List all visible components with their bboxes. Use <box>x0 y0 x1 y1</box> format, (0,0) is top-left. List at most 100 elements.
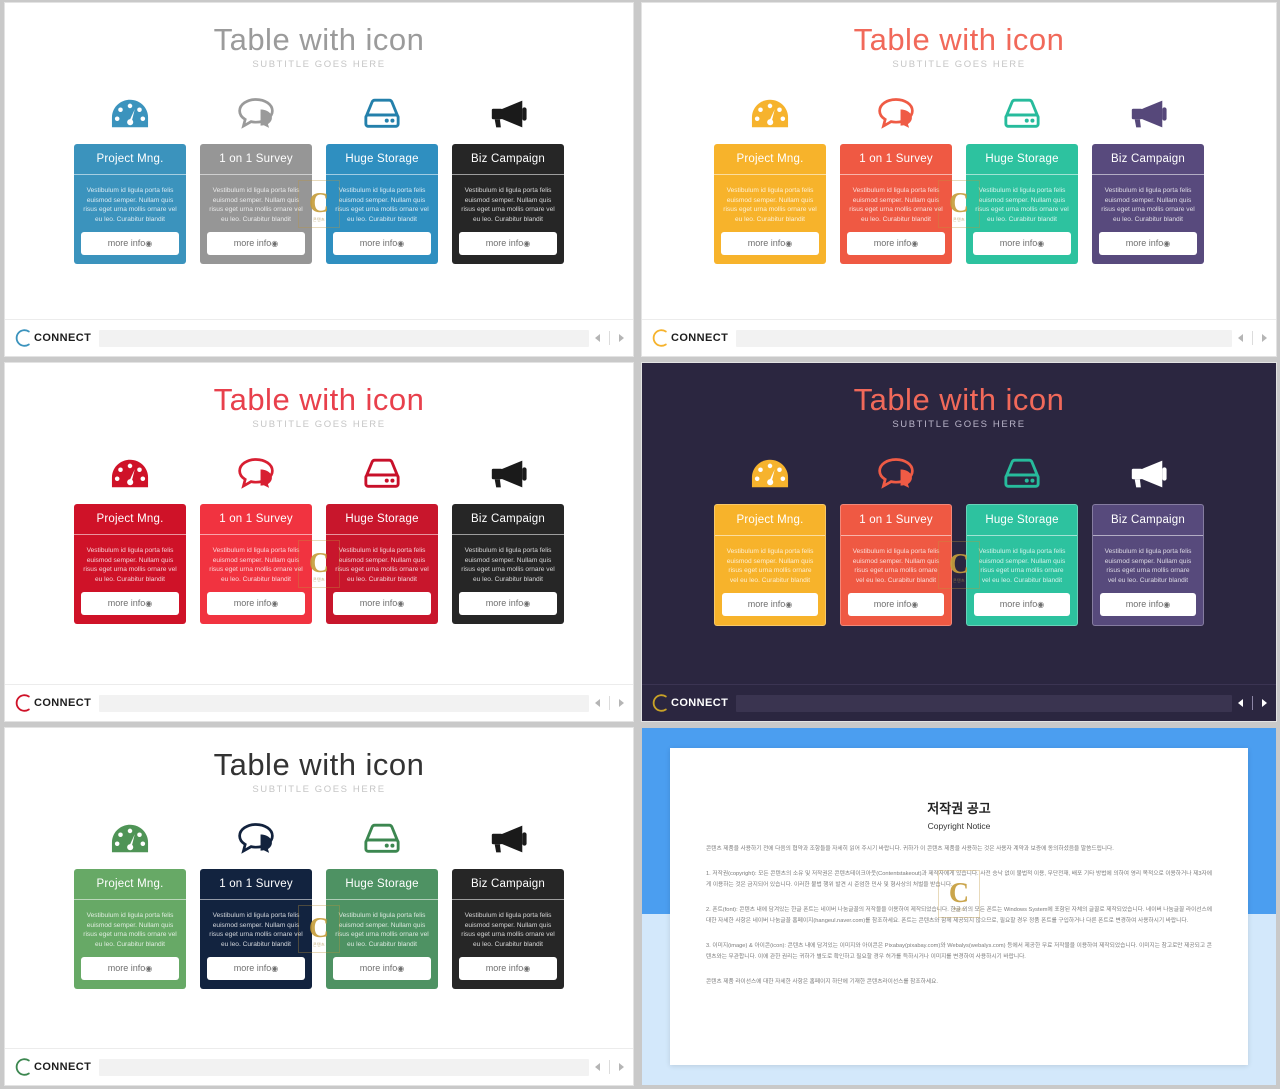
watermark-caption: 콘텐츠 <box>313 942 325 948</box>
prev-arrow-icon[interactable] <box>1238 699 1243 707</box>
feature-card[interactable]: Huge Storage Vestibulum id ligula porta f… <box>966 504 1078 627</box>
more-info-label: more info <box>485 598 524 609</box>
more-info-button[interactable]: more info◉ <box>81 232 179 256</box>
feature-card[interactable]: Biz Campaign Vestibulum id ligula porta f… <box>452 869 564 990</box>
more-info-button[interactable]: more info◉ <box>973 232 1071 256</box>
card-description: Vestibulum id ligula porta felis euismod… <box>723 187 817 223</box>
slide-thumbnail-copyright[interactable]: 저작권 공고 Copyright Notice 콘텐츠 제품을 사용하기 전에 다음… <box>637 725 1280 1089</box>
feature-card[interactable]: Huge Storage Vestibulum id ligula porta f… <box>326 869 438 990</box>
next-arrow-icon[interactable] <box>619 334 624 342</box>
card-title: Project Mng. <box>714 144 826 175</box>
slide-thumbnail-red-theme[interactable]: Table with icon SUBTITLE GOES HERE Project… <box>0 360 637 725</box>
more-info-button[interactable]: more info◉ <box>848 593 944 617</box>
more-info-button[interactable]: more info◉ <box>333 592 431 616</box>
more-info-button[interactable]: more info◉ <box>721 232 819 256</box>
feature-card[interactable]: 1 on 1 Survey Vestibulum id ligula porta … <box>840 504 952 627</box>
card-description: Vestibulum id ligula porta felis euismod… <box>461 912 555 948</box>
more-info-label: more info <box>107 963 146 974</box>
feature-card[interactable]: Project Mng. Vestibulum id ligula porta f… <box>714 504 826 627</box>
card-title: Huge Storage <box>326 144 438 175</box>
prev-arrow-icon[interactable] <box>595 1063 600 1071</box>
feature-card[interactable]: Biz Campaign Vestibulum id ligula porta f… <box>452 504 564 625</box>
more-info-button[interactable]: more info◉ <box>207 232 305 256</box>
feature-card[interactable]: Huge Storage Vestibulum id ligula porta f… <box>326 144 438 265</box>
next-arrow-icon[interactable] <box>1262 334 1267 342</box>
connect-logo: CONNECT <box>13 693 99 713</box>
more-info-button[interactable]: more info◉ <box>459 232 557 256</box>
feature-card[interactable]: 1 on 1 Survey Vestibulum id ligula porta … <box>200 504 312 625</box>
feature-card[interactable]: Project Mng. Vestibulum id ligula porta f… <box>74 869 186 990</box>
slide-footer: CONNECT <box>642 319 1276 356</box>
card-title: 1 on 1 Survey <box>200 869 312 900</box>
more-info-label: more info <box>999 599 1038 610</box>
icon-cell-1 <box>200 817 312 861</box>
more-info-button[interactable]: more info◉ <box>974 593 1070 617</box>
slide-footer: CONNECT <box>5 684 633 721</box>
more-info-button[interactable]: more info◉ <box>459 957 557 981</box>
card-title: Project Mng. <box>74 869 186 900</box>
target-circle-icon: ◉ <box>1163 600 1171 610</box>
more-info-button[interactable]: more info◉ <box>81 592 179 616</box>
hard-drive-icon <box>364 98 400 128</box>
icon-cell-0 <box>714 92 826 136</box>
target-circle-icon: ◉ <box>1037 600 1045 610</box>
card-title: Huge Storage <box>967 505 1077 536</box>
megaphone-icon <box>491 825 527 853</box>
feature-card[interactable]: Huge Storage Vestibulum id ligula porta f… <box>326 504 438 625</box>
more-info-button[interactable]: more info◉ <box>1099 232 1197 256</box>
feature-card[interactable]: Huge Storage Vestibulum id ligula porta f… <box>966 144 1078 265</box>
card-description: Vestibulum id ligula porta felis euismod… <box>978 548 1066 584</box>
feature-card[interactable]: Biz Campaign Vestibulum id ligula porta f… <box>1092 504 1204 627</box>
megaphone-icon <box>1131 460 1167 488</box>
slide-thumbnail-green-theme[interactable]: Table with icon SUBTITLE GOES HERE Project… <box>0 725 637 1089</box>
card-row: Project Mng. Vestibulum id ligula porta f… <box>74 144 564 265</box>
icon-cell-3 <box>452 817 564 861</box>
feature-card[interactable]: Biz Campaign Vestibulum id ligula porta f… <box>452 144 564 265</box>
icon-row <box>74 817 564 861</box>
more-info-button[interactable]: more info◉ <box>333 957 431 981</box>
card-title: Huge Storage <box>326 869 438 900</box>
more-info-button[interactable]: more info◉ <box>207 957 305 981</box>
card-description: Vestibulum id ligula porta felis euismod… <box>209 187 303 223</box>
slide-canvas: Table with icon SUBTITLE GOES HERE Project… <box>5 363 633 721</box>
more-info-button[interactable]: more info◉ <box>459 592 557 616</box>
slide-thumbnail-orange-theme[interactable]: Table with icon SUBTITLE GOES HERE Project… <box>637 0 1280 360</box>
icon-cell-1 <box>200 452 312 496</box>
prev-arrow-icon[interactable] <box>595 334 600 342</box>
feature-card[interactable]: 1 on 1 Survey Vestibulum id ligula porta … <box>840 144 952 265</box>
icon-row <box>74 92 564 136</box>
prev-arrow-icon[interactable] <box>595 699 600 707</box>
next-arrow-icon[interactable] <box>619 1063 624 1071</box>
feature-card[interactable]: Project Mng. Vestibulum id ligula porta f… <box>74 504 186 625</box>
more-info-button[interactable]: more info◉ <box>722 593 818 617</box>
icon-cell-1 <box>200 92 312 136</box>
card-description: Vestibulum id ligula porta felis euismod… <box>83 187 177 223</box>
copyright-slide: 저작권 공고 Copyright Notice 콘텐츠 제품을 사용하기 전에 다음… <box>642 728 1276 1085</box>
card-title: Project Mng. <box>74 144 186 175</box>
speech-bubbles-icon <box>238 823 274 854</box>
prev-arrow-icon[interactable] <box>1238 334 1243 342</box>
slide-canvas: Table with icon SUBTITLE GOES HERE Project… <box>5 3 633 356</box>
more-info-button[interactable]: more info◉ <box>207 592 305 616</box>
card-description: Vestibulum id ligula porta felis euismod… <box>83 547 177 583</box>
feature-card[interactable]: Project Mng. Vestibulum id ligula porta f… <box>74 144 186 265</box>
target-circle-icon: ◉ <box>145 239 153 249</box>
slide-nav <box>595 696 624 710</box>
connect-logo-text: CONNECT <box>34 1061 92 1073</box>
card-title: 1 on 1 Survey <box>840 144 952 175</box>
feature-card[interactable]: Biz Campaign Vestibulum id ligula porta f… <box>1092 144 1204 265</box>
slide-thumbnail-blue-theme[interactable]: Table with icon SUBTITLE GOES HERE Project… <box>0 0 637 360</box>
next-arrow-icon[interactable] <box>1262 699 1267 707</box>
feature-card[interactable]: 1 on 1 Survey Vestibulum id ligula porta … <box>200 144 312 265</box>
more-info-button[interactable]: more info◉ <box>81 957 179 981</box>
feature-card[interactable]: Project Mng. Vestibulum id ligula porta f… <box>714 144 826 265</box>
copyright-paragraph: 콘텐츠 제품 라이선스에 대한 자세한 사항은 홈페이지 하단에 기재한 콘텐츠… <box>706 978 938 985</box>
feature-card[interactable]: 1 on 1 Survey Vestibulum id ligula porta … <box>200 869 312 990</box>
more-info-button[interactable]: more info◉ <box>1100 593 1196 617</box>
card-title: 1 on 1 Survey <box>200 504 312 535</box>
slide-thumbnail-dark-theme[interactable]: Table with icon SUBTITLE GOES HERE Project… <box>637 360 1280 725</box>
next-arrow-icon[interactable] <box>619 699 624 707</box>
more-info-button[interactable]: more info◉ <box>333 232 431 256</box>
more-info-button[interactable]: more info◉ <box>847 232 945 256</box>
more-info-label: more info <box>233 238 272 249</box>
